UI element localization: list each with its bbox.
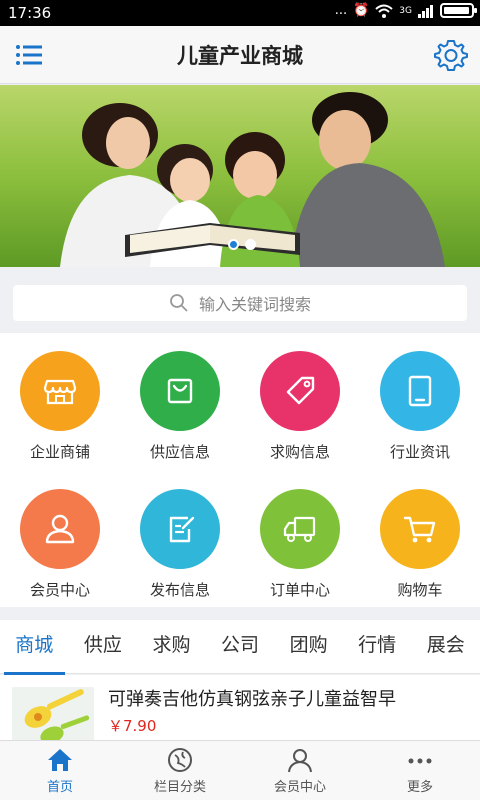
- network-type: 3G: [399, 5, 412, 16]
- carousel-dot[interactable]: [245, 239, 256, 250]
- grid-label: 供应信息: [149, 443, 210, 461]
- grid-item-supply[interactable]: 供应信息: [120, 351, 240, 462]
- person-icon: [288, 749, 312, 773]
- more-dots-icon: [408, 758, 432, 764]
- grid-item-shop[interactable]: 企业商铺: [0, 351, 120, 462]
- nav-label: 会员中心: [273, 780, 326, 795]
- tab-market[interactable]: 行情: [343, 620, 412, 673]
- carousel-indicator: [228, 239, 256, 250]
- user-icon: [20, 489, 100, 569]
- product-title: 可弹奏吉他仿真钢弦亲子儿童益智早: [108, 689, 396, 710]
- category-grid: 企业商铺 供应信息 求购信息 行业资讯 会员中心 发布信息 订单中心 购物车: [0, 333, 480, 607]
- product-thumbnail: [12, 687, 94, 740]
- grid-item-purchase[interactable]: 求购信息: [240, 351, 360, 462]
- grid-label: 订单中心: [269, 581, 330, 599]
- tab-purchase[interactable]: 求购: [137, 620, 206, 673]
- grid-label: 企业商铺: [29, 443, 90, 461]
- alarm-icon: ⏰: [353, 3, 370, 18]
- tab-supply[interactable]: 供应: [69, 620, 138, 673]
- compass-icon: [168, 748, 192, 772]
- tab-company[interactable]: 公司: [206, 620, 275, 673]
- grid-label: 发布信息: [149, 581, 210, 599]
- status-time: 17:36: [8, 4, 52, 22]
- home-icon: [48, 749, 72, 771]
- bottom-navigation: 首页 栏目分类 会员中心 更多: [0, 740, 480, 800]
- search-placeholder: 输入关键词搜索: [198, 295, 311, 314]
- nav-member[interactable]: 会员中心: [240, 741, 360, 800]
- wifi-icon: [375, 4, 393, 18]
- status-icons: ... ⏰ 3G: [334, 3, 477, 18]
- grid-label: 求购信息: [269, 443, 330, 461]
- grid-item-publish[interactable]: 发布信息: [120, 489, 240, 600]
- grid-label: 会员中心: [29, 581, 90, 599]
- nav-label: 更多: [406, 780, 433, 795]
- grid-label: 购物车: [397, 581, 443, 599]
- signal-icon: [418, 4, 433, 18]
- nav-more[interactable]: 更多: [360, 741, 480, 800]
- gear-icon[interactable]: [434, 38, 468, 72]
- status-bar: 17:36 ... ⏰ 3G: [0, 0, 480, 26]
- tablet-icon: [380, 351, 460, 431]
- tab-group-buy[interactable]: 团购: [274, 620, 343, 673]
- battery-icon: [440, 3, 477, 18]
- category-tabs: 商城 供应 求购 公司 团购 行情 展会: [0, 620, 480, 675]
- grid-label: 行业资讯: [389, 443, 450, 461]
- product-price: ￥7.90: [108, 717, 157, 735]
- tab-mall[interactable]: 商城: [0, 620, 69, 675]
- search-area: 输入关键词搜索: [0, 267, 480, 333]
- product-list-item[interactable]: 可弹奏吉他仿真钢弦亲子儿童益智早 ￥7.90: [0, 675, 480, 740]
- nav-home[interactable]: 首页: [0, 741, 120, 800]
- cart-icon: [380, 489, 460, 569]
- search-icon: [170, 294, 188, 312]
- grid-item-member[interactable]: 会员中心: [0, 489, 120, 600]
- nav-categories[interactable]: 栏目分类: [120, 741, 240, 800]
- grid-item-news[interactable]: 行业资讯: [360, 351, 480, 462]
- tab-exhibition[interactable]: 展会: [411, 620, 480, 673]
- app-header: 儿童产业商城: [0, 26, 480, 84]
- truck-icon: [260, 489, 340, 569]
- tag-icon: [260, 351, 340, 431]
- grid-item-cart[interactable]: 购物车: [360, 489, 480, 600]
- nav-label: 栏目分类: [153, 780, 206, 795]
- status-dots: ...: [334, 3, 348, 18]
- nav-label: 首页: [46, 780, 73, 795]
- carousel-dot-active[interactable]: [228, 239, 239, 250]
- grid-item-orders[interactable]: 订单中心: [240, 489, 360, 600]
- page-title: 儿童产业商城: [177, 44, 303, 68]
- bag-icon: [140, 351, 220, 431]
- edit-icon: [140, 489, 220, 569]
- shop-icon: [20, 351, 100, 431]
- search-input[interactable]: 输入关键词搜索: [13, 285, 467, 321]
